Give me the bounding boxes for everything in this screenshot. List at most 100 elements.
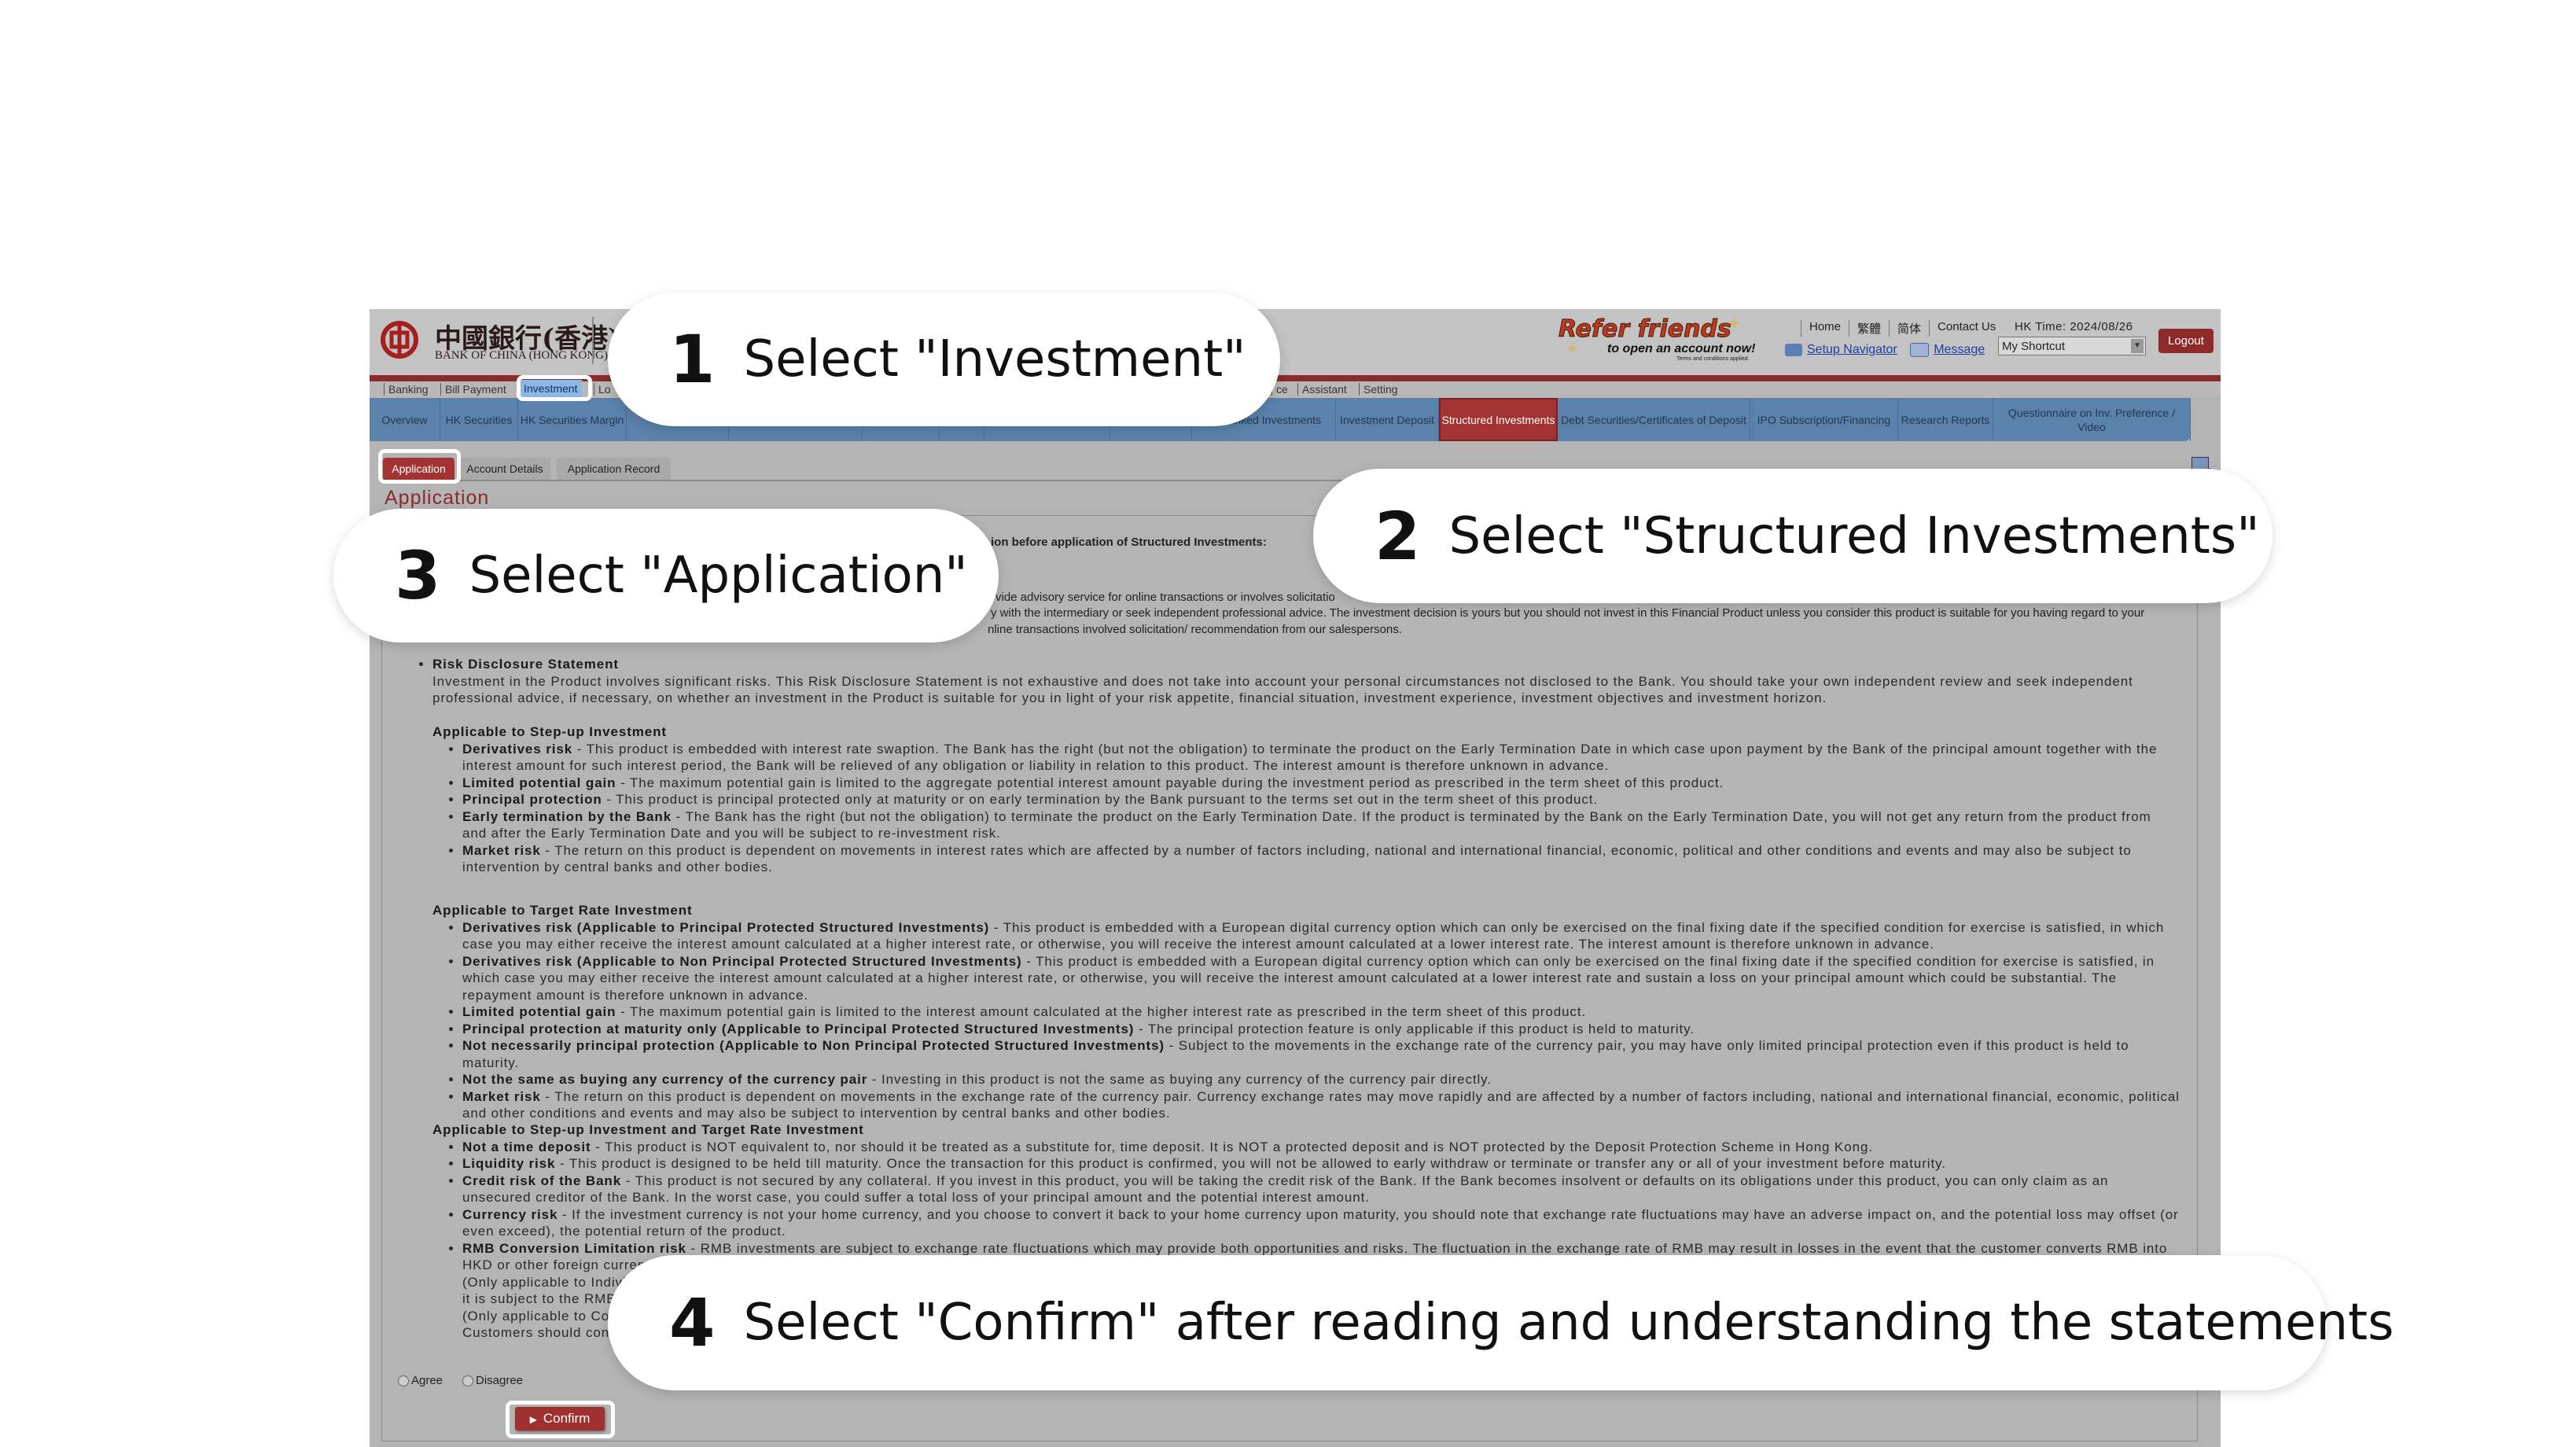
simplified-chinese-link[interactable]: 简体: [1889, 320, 1929, 337]
risk-item: Principal protection - This product is p…: [462, 791, 2180, 808]
risk-item: Derivatives risk (Applicable to Principa…: [462, 919, 2180, 953]
boc-logo-icon: [381, 321, 418, 359]
agree-radio[interactable]: Agree: [398, 1374, 443, 1387]
my-shortcut-select[interactable]: My Shortcut ▼: [1998, 337, 2146, 355]
nav-item-debt-securities-certificates-of-deposit[interactable]: Debt Securities/Certificates of Deposit: [1558, 398, 1750, 441]
disagree-label: Disagree: [476, 1374, 524, 1387]
risk-text: - The return on this product is dependen…: [462, 842, 2132, 875]
menu-bill-payment[interactable]: Bill Payment: [440, 383, 506, 396]
nav-item-hk-securities[interactable]: HK Securities: [440, 398, 518, 441]
risk-text: - The maximum potential gain is limited …: [616, 1004, 1587, 1019]
step-text: Select "Investment": [743, 330, 1246, 388]
risk-term: Derivatives risk: [462, 741, 573, 757]
divider: [592, 317, 594, 364]
refer-friends-banner[interactable]: Refer friends ✦ ✦ to open an account now…: [1558, 314, 1763, 364]
nav-item-research-reports[interactable]: Research Reports: [1898, 398, 1993, 441]
risk-list: Not a time deposit - This product is NOT…: [432, 1139, 2180, 1274]
risk-item: Derivatives risk (Applicable to Non Prin…: [462, 953, 2180, 1004]
risk-text: - The maximum potential gain is limited …: [616, 775, 1724, 790]
step-number: 1: [669, 321, 716, 398]
callout-step-3: 3 Select "Application": [333, 509, 999, 642]
nav-item-overview[interactable]: Overview: [370, 398, 440, 441]
setup-navigator-link[interactable]: Setup Navigator: [1807, 343, 1897, 356]
menu-banking[interactable]: Banking: [384, 383, 429, 396]
risk-item: Early termination by the Bank - The Bank…: [462, 808, 2180, 842]
home-link[interactable]: Home: [1801, 320, 1849, 337]
highlight-confirm: [506, 1401, 615, 1438]
risk-text: - This product is embedded with interest…: [462, 741, 2158, 774]
callout-step-1: 1 Select "Investment": [608, 293, 1280, 426]
tab-account-details[interactable]: Account Details: [459, 458, 550, 480]
envelope-icon: [1910, 343, 1930, 357]
nav-item-hk-securities-margin[interactable]: HK Securities Margin: [518, 398, 627, 441]
risk-list: Derivatives risk (Applicable to Principa…: [432, 919, 2180, 1122]
risk-text: - Investing in this product is not the s…: [867, 1072, 1492, 1087]
logout-button[interactable]: Logout: [2158, 329, 2214, 353]
promo-title: Refer friends: [1558, 315, 1732, 344]
radio-icon: [462, 1375, 473, 1387]
risk-disclosure-title: Risk Disclosure Statement: [432, 657, 619, 672]
step-number: 2: [1374, 497, 1421, 575]
risk-item: Market risk - The return on this product…: [462, 842, 2180, 876]
message-link[interactable]: Message: [1934, 343, 1985, 356]
section-heading: Applicable to Target Rate Investment: [432, 903, 693, 918]
intro-heading: ion before application of Structured Inv…: [991, 536, 1267, 549]
risk-item: Not necessarily principal protection (Ap…: [462, 1037, 2180, 1071]
logo-english: BANK OF CHINA (HONG KONG): [435, 349, 608, 362]
risk-term: Early termination by the Bank: [462, 808, 672, 824]
chevron-down-icon: ▼: [2131, 339, 2144, 353]
risk-term: Currency risk: [462, 1206, 558, 1222]
disagree-radio[interactable]: Disagree: [462, 1374, 523, 1387]
bank-logo[interactable]: 中國銀行(香港) BANK OF CHINA (HONG KONG): [380, 317, 620, 364]
traditional-chinese-link[interactable]: 繁體: [1849, 320, 1889, 337]
risk-text: - The return on this product is dependen…: [462, 1088, 2180, 1121]
risk-item: Limited potential gain - The maximum pot…: [462, 1003, 2180, 1021]
risk-term: Market risk: [462, 842, 541, 858]
menu-loans[interactable]: Lo: [594, 383, 611, 396]
nav-item-questionnaire-on-inv-preference-video[interactable]: Questionnaire on Inv. Preference / Video: [1993, 398, 2191, 441]
radio-icon: [398, 1375, 409, 1387]
risk-item: Not the same as buying any currency of t…: [462, 1071, 2180, 1088]
risk-term: Principal protection at maturity only (A…: [462, 1021, 1135, 1036]
risk-term: RMB Conversion Limitation risk: [462, 1240, 686, 1256]
step-number: 3: [395, 537, 441, 614]
risk-term: Derivatives risk (Applicable to Principa…: [462, 919, 990, 935]
intro-text: y with the intermediary or seek independ…: [991, 606, 2145, 620]
risk-item: Derivatives risk - This product is embed…: [462, 741, 2180, 775]
risk-text: - The Bank has the right (but not the ob…: [462, 808, 2151, 841]
risk-text: - This product is designed to be held ti…: [555, 1156, 1946, 1171]
sparkle-icon: ✦: [1565, 339, 1580, 359]
risk-item: Liquidity risk - This product is designe…: [462, 1155, 2180, 1173]
risk-text: - This product is not secured by any col…: [462, 1173, 2109, 1206]
risk-disclosure: Risk Disclosure Statement Investment in …: [421, 656, 2180, 707]
intro-text: vide advisory service for online transac…: [995, 591, 1335, 604]
risk-disclosure-body: Investment in the Product involves signi…: [432, 673, 2133, 706]
navigator-icon: [1785, 344, 1802, 356]
sparkle-icon: ✦: [1727, 314, 1742, 333]
risk-text: - If the investment currency is not your…: [462, 1206, 2179, 1239]
nav-item-investment-deposit[interactable]: Investment Deposit: [1336, 398, 1439, 441]
highlight-application: [378, 449, 461, 484]
contact-us-link[interactable]: Contact Us: [1929, 320, 2004, 337]
menu-setting[interactable]: Setting: [1359, 383, 1398, 396]
risk-term: Not a time deposit: [462, 1139, 591, 1154]
step-text: Select "Confirm" after reading and under…: [743, 1294, 2394, 1352]
nav-item-ipo-subscription-financing[interactable]: IPO Subscription/Financing: [1750, 398, 1898, 441]
top-links: Home 繁體 简体 Contact Us: [1801, 320, 2004, 337]
risk-term: Market risk: [462, 1088, 541, 1104]
step-text: Select "Application": [469, 547, 968, 605]
risk-text: - The principal protection feature is on…: [1134, 1021, 1695, 1036]
utility-links: Setup Navigator Message: [1785, 343, 1994, 357]
nav-item-structured-investments[interactable]: Structured Investments: [1439, 398, 1558, 441]
risk-item: Not a time deposit - This product is NOT…: [462, 1139, 2180, 1156]
risk-term: Credit risk of the Bank: [462, 1173, 622, 1188]
page-title: Application: [385, 487, 490, 509]
risk-text: - This product is principal protected on…: [602, 792, 1599, 807]
menu-assistant[interactable]: Assistant: [1297, 383, 1347, 396]
callout-step-2: 2 Select "Structured Investments": [1313, 469, 2272, 603]
tab-application-record[interactable]: Application Record: [557, 458, 671, 480]
risk-term: Not the same as buying any currency of t…: [462, 1072, 868, 1087]
risk-term: Limited potential gain: [462, 775, 616, 790]
risk-item: Currency risk - If the investment curren…: [462, 1206, 2180, 1240]
section-heading: Applicable to Step-up Investment: [432, 724, 667, 739]
